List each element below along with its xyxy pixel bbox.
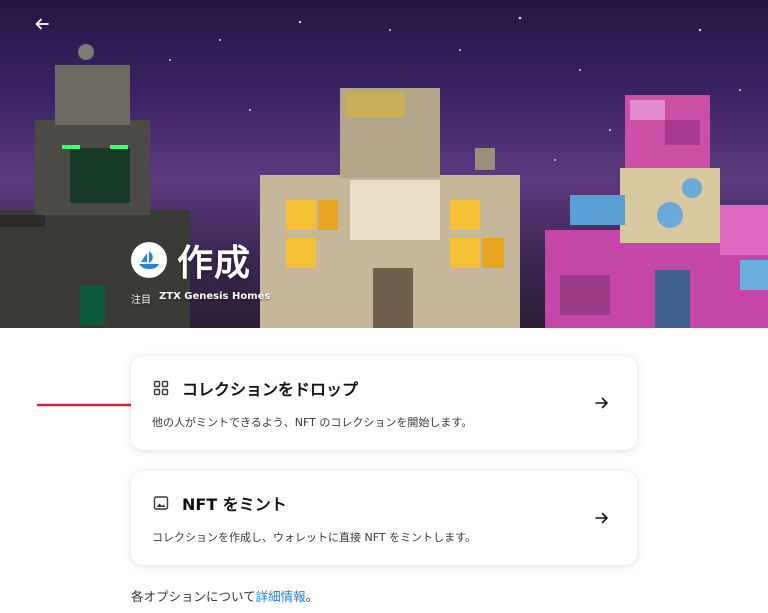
hero-title-row: 作成 <box>131 234 251 286</box>
featured-collection-name[interactable]: ZTX Genesis Homes <box>159 291 270 306</box>
grid-icon <box>152 379 170 397</box>
back-arrow-icon[interactable] <box>34 16 54 36</box>
arrow-right-icon[interactable] <box>591 392 613 414</box>
hero-city-illustration <box>0 16 768 328</box>
learn-more-link[interactable]: 詳細情報 <box>256 589 306 604</box>
mint-nft-title: NFT をミント <box>182 495 287 514</box>
info-note-prefix: 各オプションについて <box>131 589 256 604</box>
info-note-suffix: 。 <box>305 589 319 604</box>
hero-banner: 作成 注目 ZTX Genesis Homes <box>0 0 768 328</box>
drop-collection-description: 他の人がミントできるよう、NFT のコレクションを開始します。 <box>152 416 473 429</box>
mint-nft-header: NFT をミント <box>152 491 287 515</box>
opensea-logo-icon <box>131 242 167 278</box>
mint-nft-card[interactable]: NFT をミント コレクションを作成し、ウォレットに直接 NFT をミントします… <box>131 471 637 565</box>
page-title: 作成 <box>177 243 252 284</box>
drop-collection-title: コレクションをドロップ <box>182 380 359 399</box>
image-icon <box>152 494 170 512</box>
options-info-note: 各オプションについて詳細情報。 <box>131 586 318 605</box>
featured-collection[interactable]: 注目 ZTX Genesis Homes <box>131 291 270 306</box>
arrow-right-icon[interactable] <box>591 507 613 529</box>
drop-collection-card[interactable]: コレクションをドロップ 他の人がミントできるよう、NFT のコレクションを開始し… <box>131 356 637 450</box>
drop-collection-header: コレクションをドロップ <box>152 376 358 400</box>
featured-label: 注目 <box>131 295 151 306</box>
mint-nft-description: コレクションを作成し、ウォレットに直接 NFT をミントします。 <box>152 531 476 544</box>
